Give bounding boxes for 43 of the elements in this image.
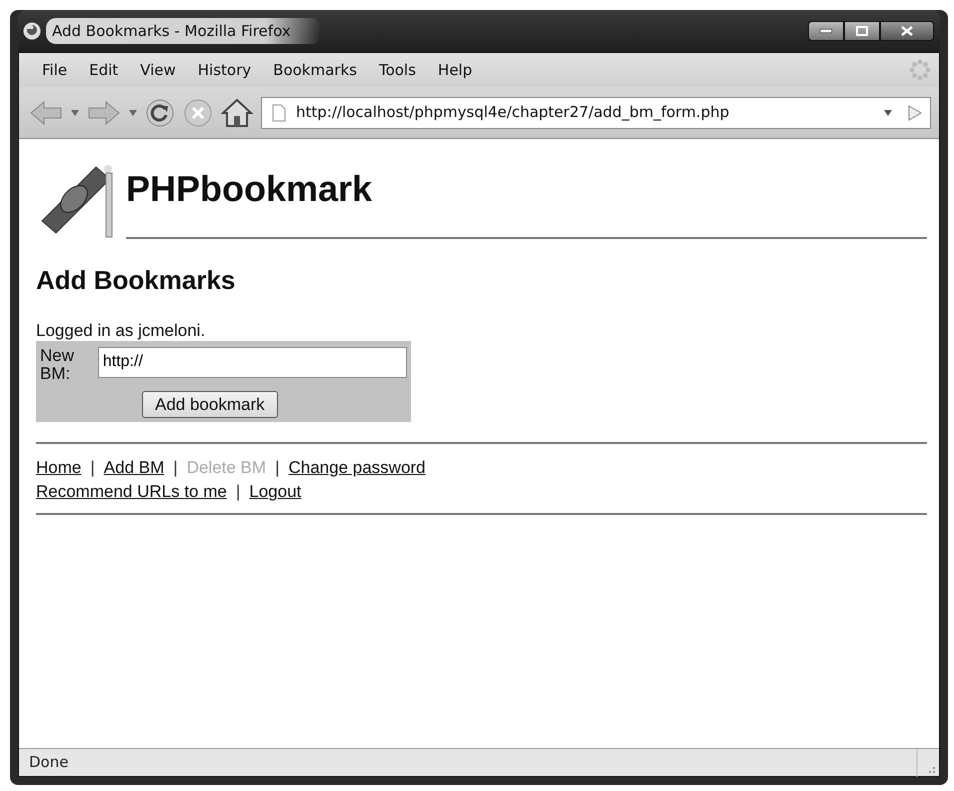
link-separator: | <box>172 458 179 478</box>
home-icon[interactable] <box>221 98 253 128</box>
throbber-icon <box>909 59 931 81</box>
menu-item[interactable]: Bookmarks <box>262 58 368 82</box>
nav-link[interactable]: Logout <box>249 482 302 502</box>
close-button[interactable] <box>880 21 934 41</box>
firefox-icon <box>22 21 42 41</box>
site-title: PHPbookmark <box>126 171 374 207</box>
dropdown-caret-icon[interactable] <box>71 110 79 116</box>
link-separator: | <box>234 482 242 502</box>
add-bookmark-button[interactable]: Add bookmark <box>142 390 278 418</box>
menu-item[interactable]: File <box>31 58 78 82</box>
status-text: Done <box>29 752 68 774</box>
maximize-button[interactable] <box>844 21 880 41</box>
dropdown-caret-icon[interactable] <box>129 110 137 116</box>
nav-link[interactable]: Recommend URLs to me <box>36 482 227 502</box>
maximize-icon <box>856 26 868 36</box>
nav-link[interactable]: Home <box>36 458 82 478</box>
link-separator: | <box>274 458 280 478</box>
disabled-nav-link: Delete BM <box>186 458 266 478</box>
menu-item[interactable]: Tools <box>368 58 427 82</box>
menu-item[interactable]: Help <box>426 58 484 82</box>
reload-icon[interactable] <box>145 98 175 128</box>
dropdown-caret-icon[interactable] <box>884 110 892 116</box>
menu-item[interactable]: History <box>186 58 262 82</box>
menu-item[interactable]: View <box>129 58 187 82</box>
address-field[interactable]: http://localhost/phpmysql4e/chapter27/add_bm_form.php <box>261 96 931 128</box>
page-heading: Add Bookmarks <box>36 265 236 296</box>
window-title: Add Bookmarks - Mozilla Firefox <box>46 18 321 44</box>
back-arrow-icon[interactable] <box>29 100 63 126</box>
nav-link[interactable]: Change password <box>288 458 426 478</box>
field-label: New BM: <box>40 346 76 383</box>
page-icon <box>272 104 286 122</box>
login-status-text: Logged in as jcmeloni. <box>36 322 206 341</box>
minimize-icon <box>820 29 832 33</box>
stop-icon[interactable] <box>183 98 213 128</box>
minimize-button[interactable] <box>808 21 844 41</box>
nav-link[interactable]: Add BM <box>104 458 164 478</box>
url-input-field[interactable]: http:// <box>98 346 407 378</box>
link-separator: | <box>89 458 96 478</box>
menu-item[interactable]: Edit <box>78 58 130 82</box>
close-icon <box>901 26 913 36</box>
forward-arrow-icon[interactable] <box>87 100 121 126</box>
